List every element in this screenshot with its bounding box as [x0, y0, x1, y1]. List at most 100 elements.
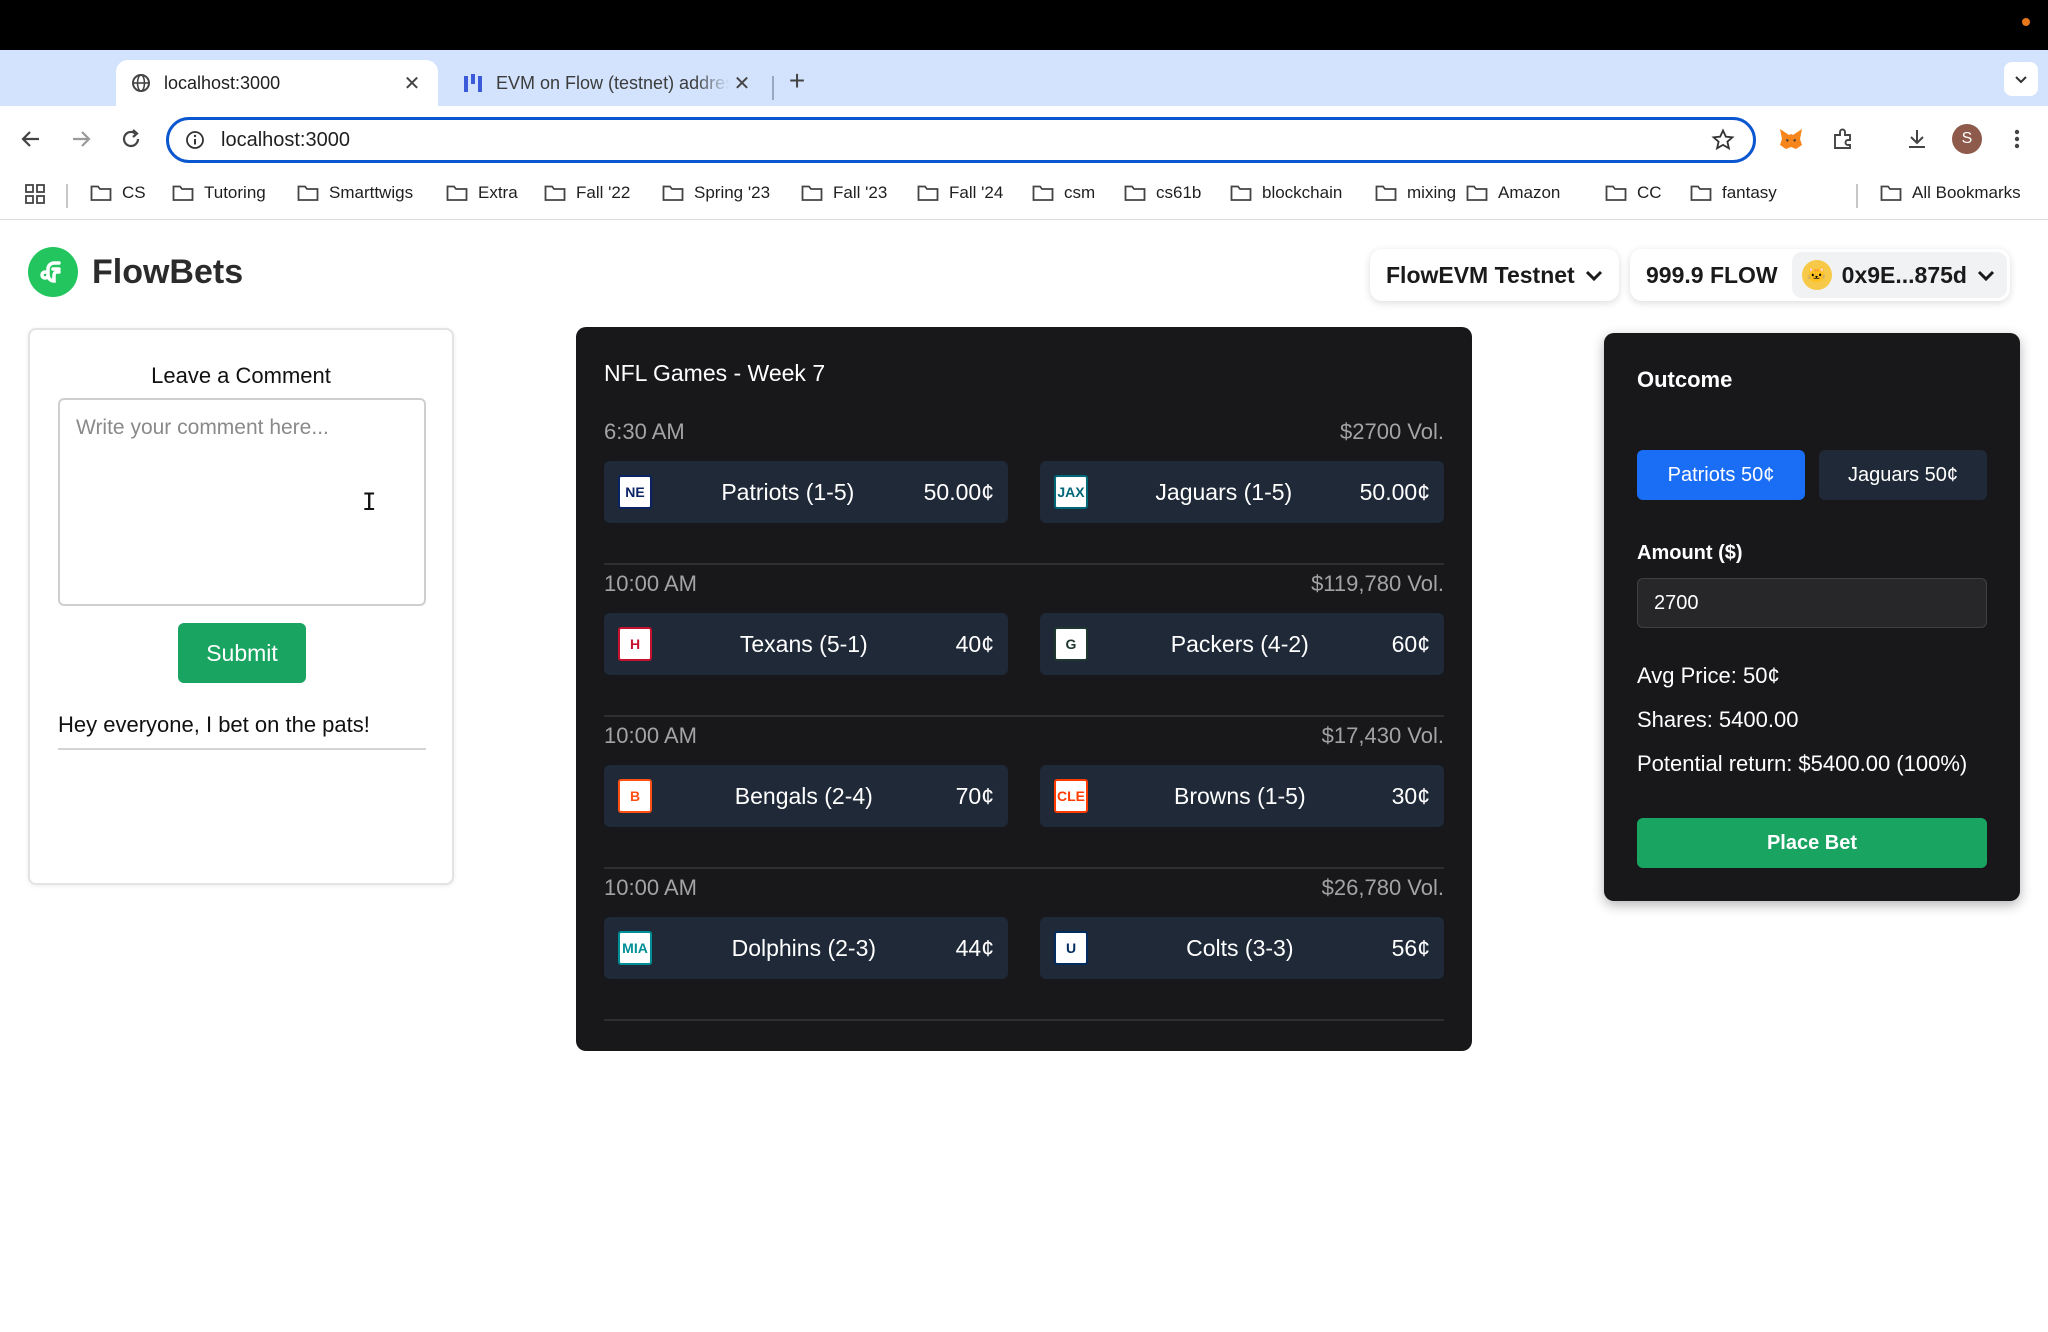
- outcome-option-patriots[interactable]: Patriots 50¢: [1637, 450, 1805, 500]
- team-name: Texans (5-1): [739, 630, 868, 657]
- amount-input[interactable]: [1637, 578, 1987, 628]
- folder-icon: [172, 185, 194, 201]
- team-price: 70¢: [955, 782, 994, 809]
- profile-initial: S: [1952, 124, 1982, 154]
- team-price: 30¢: [1391, 782, 1430, 809]
- tab-localhost[interactable]: localhost:3000 ✕: [116, 60, 438, 106]
- bookmark-folder[interactable]: csm: [1032, 183, 1095, 203]
- wallet-address-button[interactable]: 🐱 0x9E...875d: [1791, 252, 2007, 298]
- team-logo-icon: G: [1054, 627, 1088, 661]
- game-row: 10:00 AM $26,780 Vol. MIA Dolphins (2-3) 44¢…: [604, 869, 1444, 1021]
- close-icon[interactable]: ✕: [730, 71, 754, 95]
- tab-search-button[interactable]: [2004, 62, 2038, 96]
- bookmark-star-icon[interactable]: [1711, 128, 1735, 157]
- potential-return: Potential return: $5400.00 (100%): [1637, 751, 1968, 776]
- bookmark-folder[interactable]: Smarttwigs: [297, 183, 413, 203]
- team-button[interactable]: NE Patriots (1-5) 50.00¢: [604, 461, 1008, 523]
- games-title: NFL Games - Week 7: [604, 360, 826, 386]
- bookmark-folder[interactable]: mixing: [1375, 183, 1456, 203]
- site-info-icon[interactable]: [183, 128, 207, 152]
- bookmark-label: Fall '22: [576, 183, 631, 202]
- forward-button[interactable]: [64, 122, 98, 156]
- metamask-extension-icon[interactable]: [1774, 122, 1808, 156]
- extensions-puzzle-icon[interactable]: [1826, 122, 1860, 156]
- folder-icon: [297, 185, 319, 201]
- bookmark-folder[interactable]: Fall '24: [917, 183, 1003, 203]
- bookmark-folder[interactable]: Tutoring: [172, 183, 266, 203]
- game-time: 10:00 AM: [604, 723, 697, 748]
- team-button[interactable]: B Bengals (2-4) 70¢: [604, 765, 1008, 827]
- tab-strip: localhost:3000 ✕ EVM on Flow (testnet) a…: [0, 50, 2048, 106]
- bookmark-folder[interactable]: CS: [90, 183, 146, 203]
- apps-grid-icon[interactable]: [24, 183, 56, 205]
- bookmark-folder[interactable]: blockchain: [1230, 183, 1342, 203]
- team-price: 40¢: [955, 630, 994, 657]
- app-logo[interactable]: FlowBets: [28, 247, 243, 297]
- tab-title: localhost:3000: [164, 72, 281, 93]
- team-logo-icon: U: [1054, 931, 1088, 965]
- close-icon[interactable]: ✕: [400, 71, 424, 95]
- team-name: Bengals (2-4): [734, 782, 873, 809]
- submit-comment-button[interactable]: Submit: [178, 623, 306, 683]
- bookmark-folder[interactable]: Fall '22: [544, 183, 630, 203]
- tab-title: EVM on Flow (testnet) addres: [496, 72, 730, 93]
- bookmark-label: Fall '24: [949, 183, 1004, 202]
- team-button[interactable]: MIA Dolphins (2-3) 44¢: [604, 917, 1008, 979]
- game-row: 10:00 AM $119,780 Vol. H Texans (5-1) 40¢ G Pa…: [604, 565, 1444, 717]
- team-price: 50.00¢: [1359, 478, 1430, 505]
- profile-avatar-button[interactable]: S: [1950, 122, 1984, 156]
- folder-icon: [1880, 185, 1902, 201]
- team-button[interactable]: G Packers (4-2) 60¢: [1040, 613, 1444, 675]
- team-price: 60¢: [1391, 630, 1430, 657]
- app-name: FlowBets: [92, 252, 244, 291]
- account-button[interactable]: 999.9 FLOW 🐱 0x9E...875d: [1630, 249, 2010, 301]
- outcome-option-jaguars[interactable]: Jaguars 50¢: [1819, 450, 1987, 500]
- chevron-down-icon: [2015, 76, 2027, 84]
- avg-price: Avg Price: 50¢: [1637, 663, 1780, 688]
- place-bet-button[interactable]: Place Bet: [1637, 818, 1987, 868]
- folder-icon: [1605, 185, 1627, 201]
- bookmark-label: Amazon: [1498, 183, 1561, 202]
- bookmark-separator: [66, 184, 68, 208]
- arrow-right-icon: [73, 131, 91, 147]
- bookmark-folder[interactable]: fantasy: [1690, 183, 1777, 203]
- all-bookmarks-folder[interactable]: All Bookmarks: [1880, 183, 2021, 203]
- address-bar[interactable]: [166, 117, 1756, 163]
- bookmark-folder[interactable]: CC: [1605, 183, 1662, 203]
- game-row: 10:00 AM $17,430 Vol. B Bengals (2-4) 70¢ CLE…: [604, 717, 1444, 869]
- bookmark-folder[interactable]: cs61b: [1124, 183, 1201, 203]
- back-button[interactable]: [14, 122, 48, 156]
- team-button[interactable]: JAX Jaguars (1-5) 50.00¢: [1040, 461, 1444, 523]
- bookmark-folder[interactable]: Amazon: [1466, 183, 1560, 203]
- team-button[interactable]: CLE Browns (1-5) 30¢: [1040, 765, 1444, 827]
- team-price: 56¢: [1391, 934, 1430, 961]
- more-menu-icon[interactable]: [2000, 122, 2034, 156]
- bookmark-label: Extra: [478, 183, 518, 202]
- amount-label: Amount ($): [1637, 542, 1743, 564]
- reload-button[interactable]: [114, 122, 148, 156]
- team-button[interactable]: H Texans (5-1) 40¢: [604, 613, 1008, 675]
- bookmark-folder[interactable]: Fall '23: [801, 183, 887, 203]
- team-name: Packers (4-2): [1170, 630, 1309, 657]
- new-tab-button[interactable]: +: [782, 66, 812, 96]
- bookmark-label: CC: [1637, 183, 1662, 202]
- team-name: Jaguars (1-5): [1155, 478, 1293, 505]
- team-logo-icon: JAX: [1054, 475, 1088, 509]
- game-volume: $2700 Vol.: [1340, 419, 1444, 444]
- folder-icon: [1466, 185, 1488, 201]
- game-time: 10:00 AM: [604, 571, 697, 596]
- download-icon[interactable]: [1900, 122, 1934, 156]
- tab-flowscan[interactable]: EVM on Flow (testnet) addres ✕: [448, 60, 768, 106]
- bookmark-folder[interactable]: Extra: [446, 183, 518, 203]
- folder-icon: [90, 185, 112, 201]
- folder-icon: [801, 185, 823, 201]
- bookmark-label: Tutoring: [204, 183, 266, 202]
- bookmark-folder[interactable]: Spring '23: [662, 183, 770, 203]
- browser-toolbar: S: [0, 106, 2048, 172]
- chevron-down-icon: [1977, 270, 1995, 282]
- url-input[interactable]: [221, 128, 1621, 152]
- team-button[interactable]: U Colts (3-3) 56¢: [1040, 917, 1444, 979]
- comment-entry: Hey everyone, I bet on the pats!: [58, 712, 426, 750]
- network-selector-button[interactable]: FlowEVM Testnet: [1370, 249, 1619, 301]
- bookmark-label: Fall '23: [833, 183, 888, 202]
